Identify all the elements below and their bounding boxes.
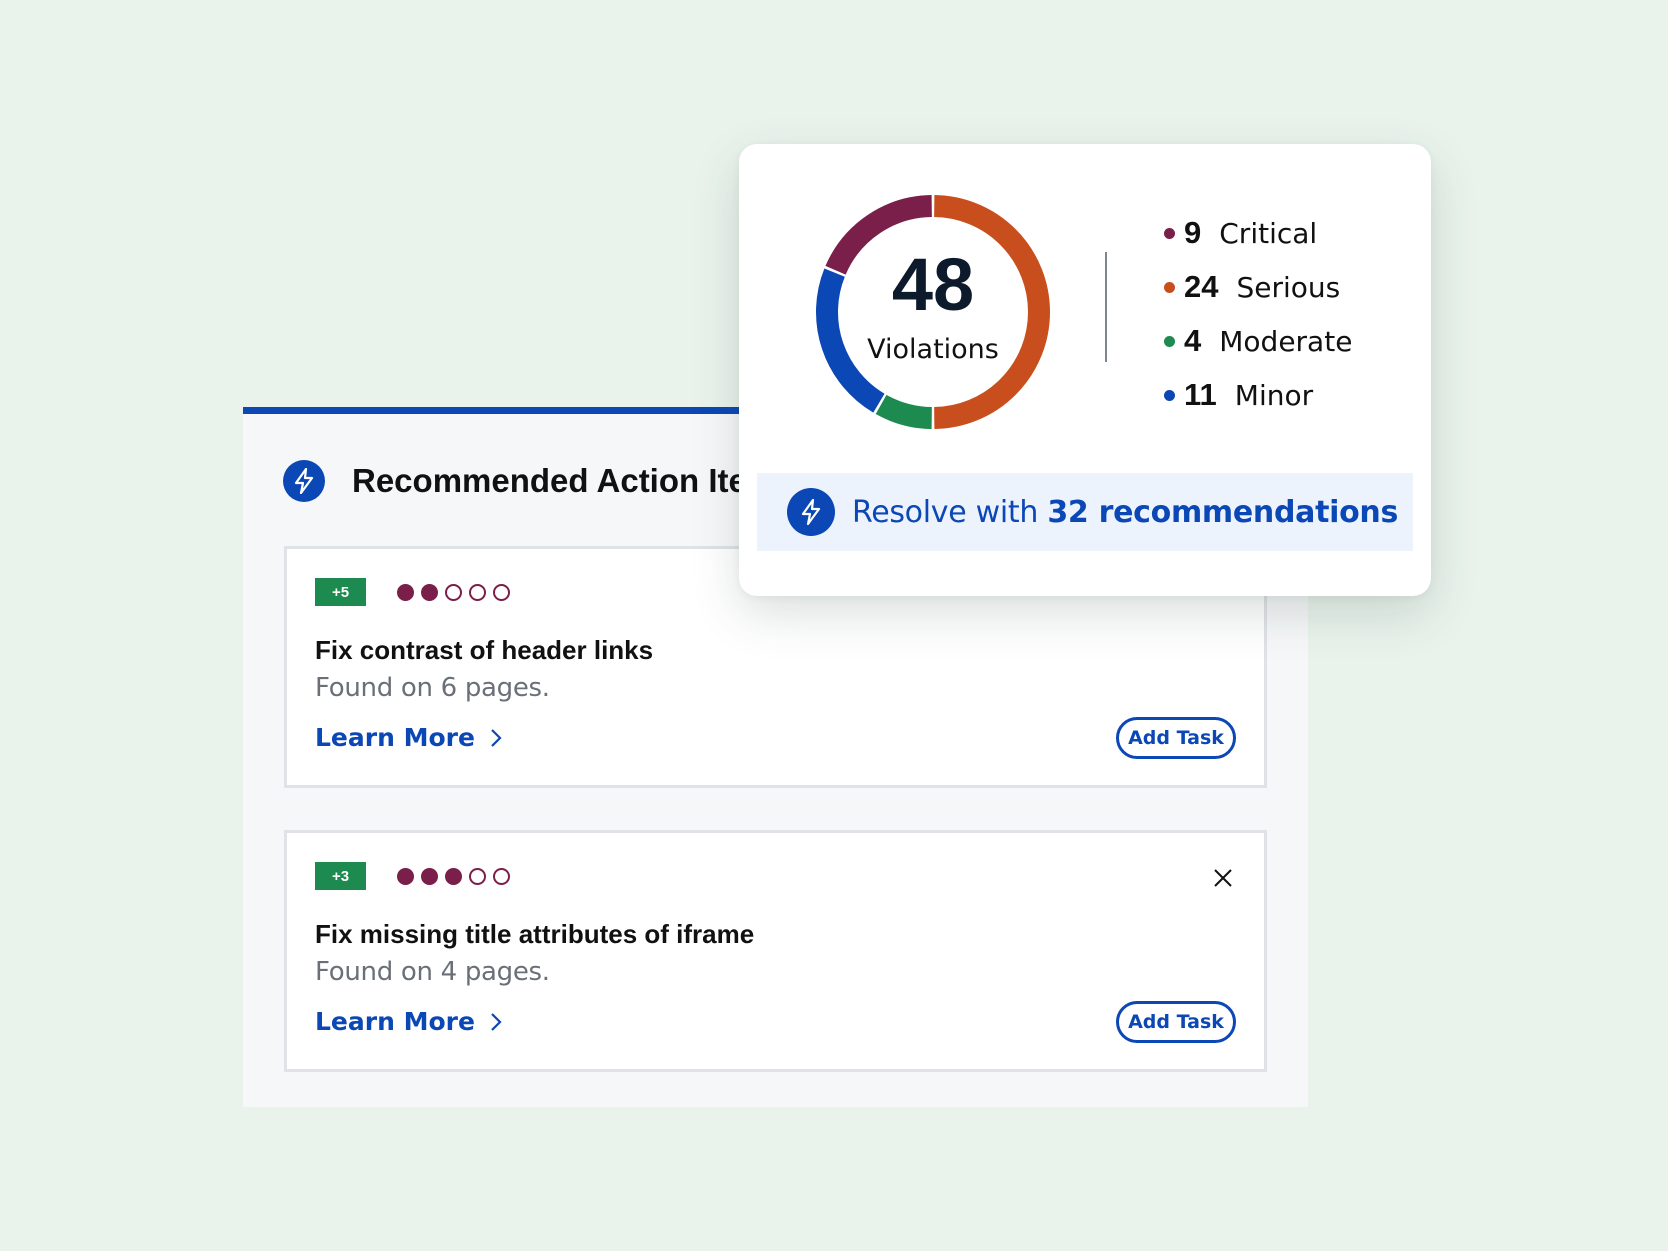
legend-dot: [1164, 281, 1175, 293]
resolve-prefix: Resolve with: [852, 494, 1048, 530]
lightning-bolt-icon: [283, 460, 325, 502]
severity-dot: [445, 584, 462, 601]
legend-dot: [1164, 227, 1175, 239]
card-subtitle: Found on 4 pages.: [315, 957, 550, 987]
chevron-right-icon: [491, 728, 502, 747]
chevron-right-icon: [491, 1012, 502, 1031]
lightning-bolt-icon: [787, 488, 835, 536]
page: Recommended Action Items +5 Fix contrast…: [0, 0, 1668, 1251]
learn-more-link[interactable]: Learn More: [315, 723, 503, 752]
card-subtitle: Found on 6 pages.: [315, 673, 550, 703]
severity-dot: [421, 868, 438, 885]
legend-count: 11: [1184, 377, 1217, 412]
violations-total: 48: [891, 242, 975, 326]
legend-count: 24: [1184, 269, 1219, 304]
resolve-text: Resolve with 32 recommendations: [852, 495, 1398, 530]
severity-indicator: [397, 868, 510, 885]
severity-dot: [397, 868, 414, 885]
divider: [1105, 252, 1107, 362]
severity-dot: [445, 868, 462, 885]
legend-label: Serious: [1236, 270, 1341, 304]
severity-dot: [397, 584, 414, 601]
legend-label: Critical: [1219, 216, 1318, 250]
add-task-button[interactable]: Add Task: [1116, 717, 1236, 759]
resolve-emphasis: 32 recommendations: [1047, 494, 1399, 530]
legend-label: Minor: [1234, 378, 1314, 412]
violations-label: Violations: [867, 333, 999, 365]
violations-summary-card: 48 Violations 9 Critical 24 Serious 4 Mo…: [739, 144, 1431, 596]
legend-item-moderate: 4 Moderate: [1164, 314, 1352, 368]
panel-title: Recommended Action Items: [352, 462, 795, 499]
resolve-recommendations-button[interactable]: Resolve with 32 recommendations: [757, 473, 1413, 551]
severity-legend: 9 Critical 24 Serious 4 Moderate 11 Mino…: [1164, 206, 1352, 422]
severity-dot: [493, 868, 510, 885]
severity-indicator: [397, 584, 510, 601]
close-icon[interactable]: [1210, 865, 1236, 891]
legend-dot: [1164, 335, 1175, 347]
card-title: Fix contrast of header links: [315, 635, 654, 665]
donut-center: 48 Violations: [811, 190, 1055, 434]
action-card: +3 Fix missing title attributes of ifram…: [284, 830, 1267, 1072]
card-title: Fix missing title attributes of iframe: [315, 919, 755, 949]
severity-dot: [493, 584, 510, 601]
severity-dot: [421, 584, 438, 601]
score-badge: +3: [315, 862, 366, 890]
severity-dot: [469, 584, 486, 601]
learn-more-label: Learn More: [315, 723, 475, 752]
panel-header: Recommended Action Items: [283, 460, 795, 502]
legend-count: 9: [1184, 215, 1202, 250]
legend-dot: [1164, 389, 1175, 401]
add-task-button[interactable]: Add Task: [1116, 1001, 1236, 1043]
violations-donut-chart: 48 Violations: [811, 190, 1055, 434]
severity-dot: [469, 868, 486, 885]
learn-more-link[interactable]: Learn More: [315, 1007, 503, 1036]
legend-item-minor: 11 Minor: [1164, 368, 1352, 422]
learn-more-label: Learn More: [315, 1007, 475, 1036]
legend-label: Moderate: [1219, 324, 1353, 358]
legend-count: 4: [1184, 323, 1202, 358]
legend-item-critical: 9 Critical: [1164, 206, 1352, 260]
score-badge: +5: [315, 578, 366, 606]
legend-item-serious: 24 Serious: [1164, 260, 1352, 314]
